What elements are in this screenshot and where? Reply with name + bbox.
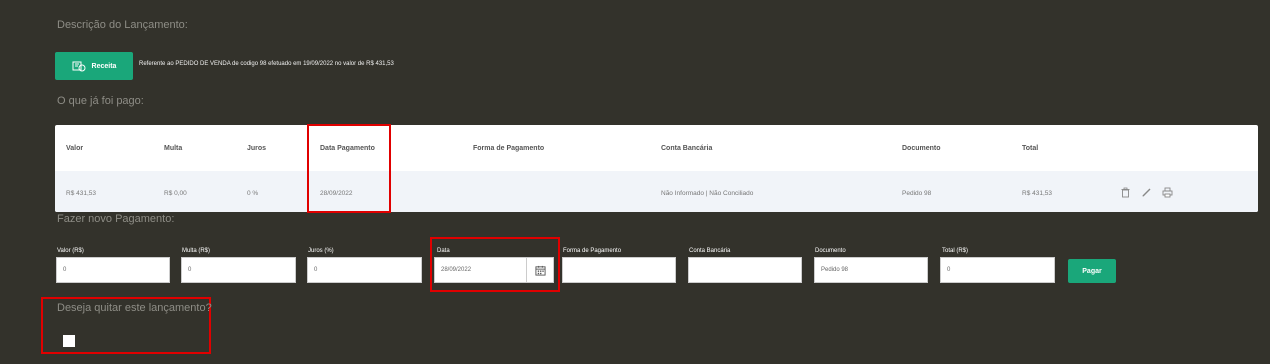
cell-valor: R$ 431,53 — [66, 190, 96, 197]
header-forma-pagamento: Forma de Pagamento — [473, 145, 545, 152]
header-valor: Valor — [66, 145, 84, 152]
documento-input[interactable]: Pedido 98 — [814, 257, 928, 283]
trash-icon[interactable] — [1120, 185, 1131, 198]
header-total: Total — [1022, 145, 1039, 152]
cell-total: R$ 431,53 — [1022, 190, 1052, 197]
row-actions — [1120, 185, 1173, 198]
quit-question: Deseja quitar este lançamento? — [57, 302, 212, 314]
header-multa: Multa — [164, 145, 183, 152]
table-row: R$ 431,53 R$ 0,00 0 % 28/09/2022 Não Inf… — [55, 171, 1258, 212]
highlight-data-field — [430, 237, 560, 292]
pagar-button[interactable]: Pagar — [1068, 259, 1116, 283]
money-icon — [72, 61, 86, 72]
cell-juros: 0 % — [247, 190, 259, 197]
juros-label: Juros (%) — [308, 248, 334, 254]
table-header: Valor Multa Juros Data Pagamento Forma d… — [55, 125, 1258, 171]
reference-text: Referente ao PEDIDO DE VENDA de codigo 9… — [139, 61, 394, 67]
receita-label: Receita — [91, 62, 117, 70]
quit-checkbox[interactable] — [63, 335, 75, 347]
pencil-icon[interactable] — [1141, 185, 1152, 197]
paid-heading: O que já foi pago: — [57, 95, 144, 107]
cell-documento: Pedido 98 — [902, 190, 932, 197]
payments-table: Valor Multa Juros Data Pagamento Forma d… — [55, 125, 1258, 212]
header-documento: Documento — [902, 145, 941, 152]
receita-button[interactable]: Receita — [55, 52, 133, 80]
highlight-data-pagamento — [307, 124, 391, 213]
valor-label: Valor (R$) — [57, 248, 84, 254]
header-juros: Juros — [247, 145, 267, 152]
multa-label: Multa (R$) — [182, 248, 211, 254]
cell-multa: R$ 0,00 — [164, 190, 187, 197]
new-payment-heading: Fazer novo Pagamento: — [57, 213, 175, 225]
forma-label: Forma de Pagamento — [563, 248, 622, 254]
valor-input[interactable]: 0 — [56, 257, 170, 283]
juros-input[interactable]: 0 — [307, 257, 422, 283]
forma-input[interactable] — [562, 257, 676, 283]
multa-input[interactable]: 0 — [181, 257, 296, 283]
cell-conta: Não Informado | Não Conciliado — [661, 190, 754, 197]
print-icon[interactable] — [1162, 185, 1173, 198]
conta-label: Conta Bancária — [689, 248, 731, 254]
description-heading: Descrição do Lançamento: — [57, 19, 188, 31]
total-label: Total (R$) — [942, 248, 969, 254]
total-input[interactable]: 0 — [940, 257, 1055, 283]
header-conta-bancaria: Conta Bancária — [661, 145, 713, 152]
documento-label: Documento — [815, 248, 846, 254]
conta-input[interactable] — [688, 257, 802, 283]
